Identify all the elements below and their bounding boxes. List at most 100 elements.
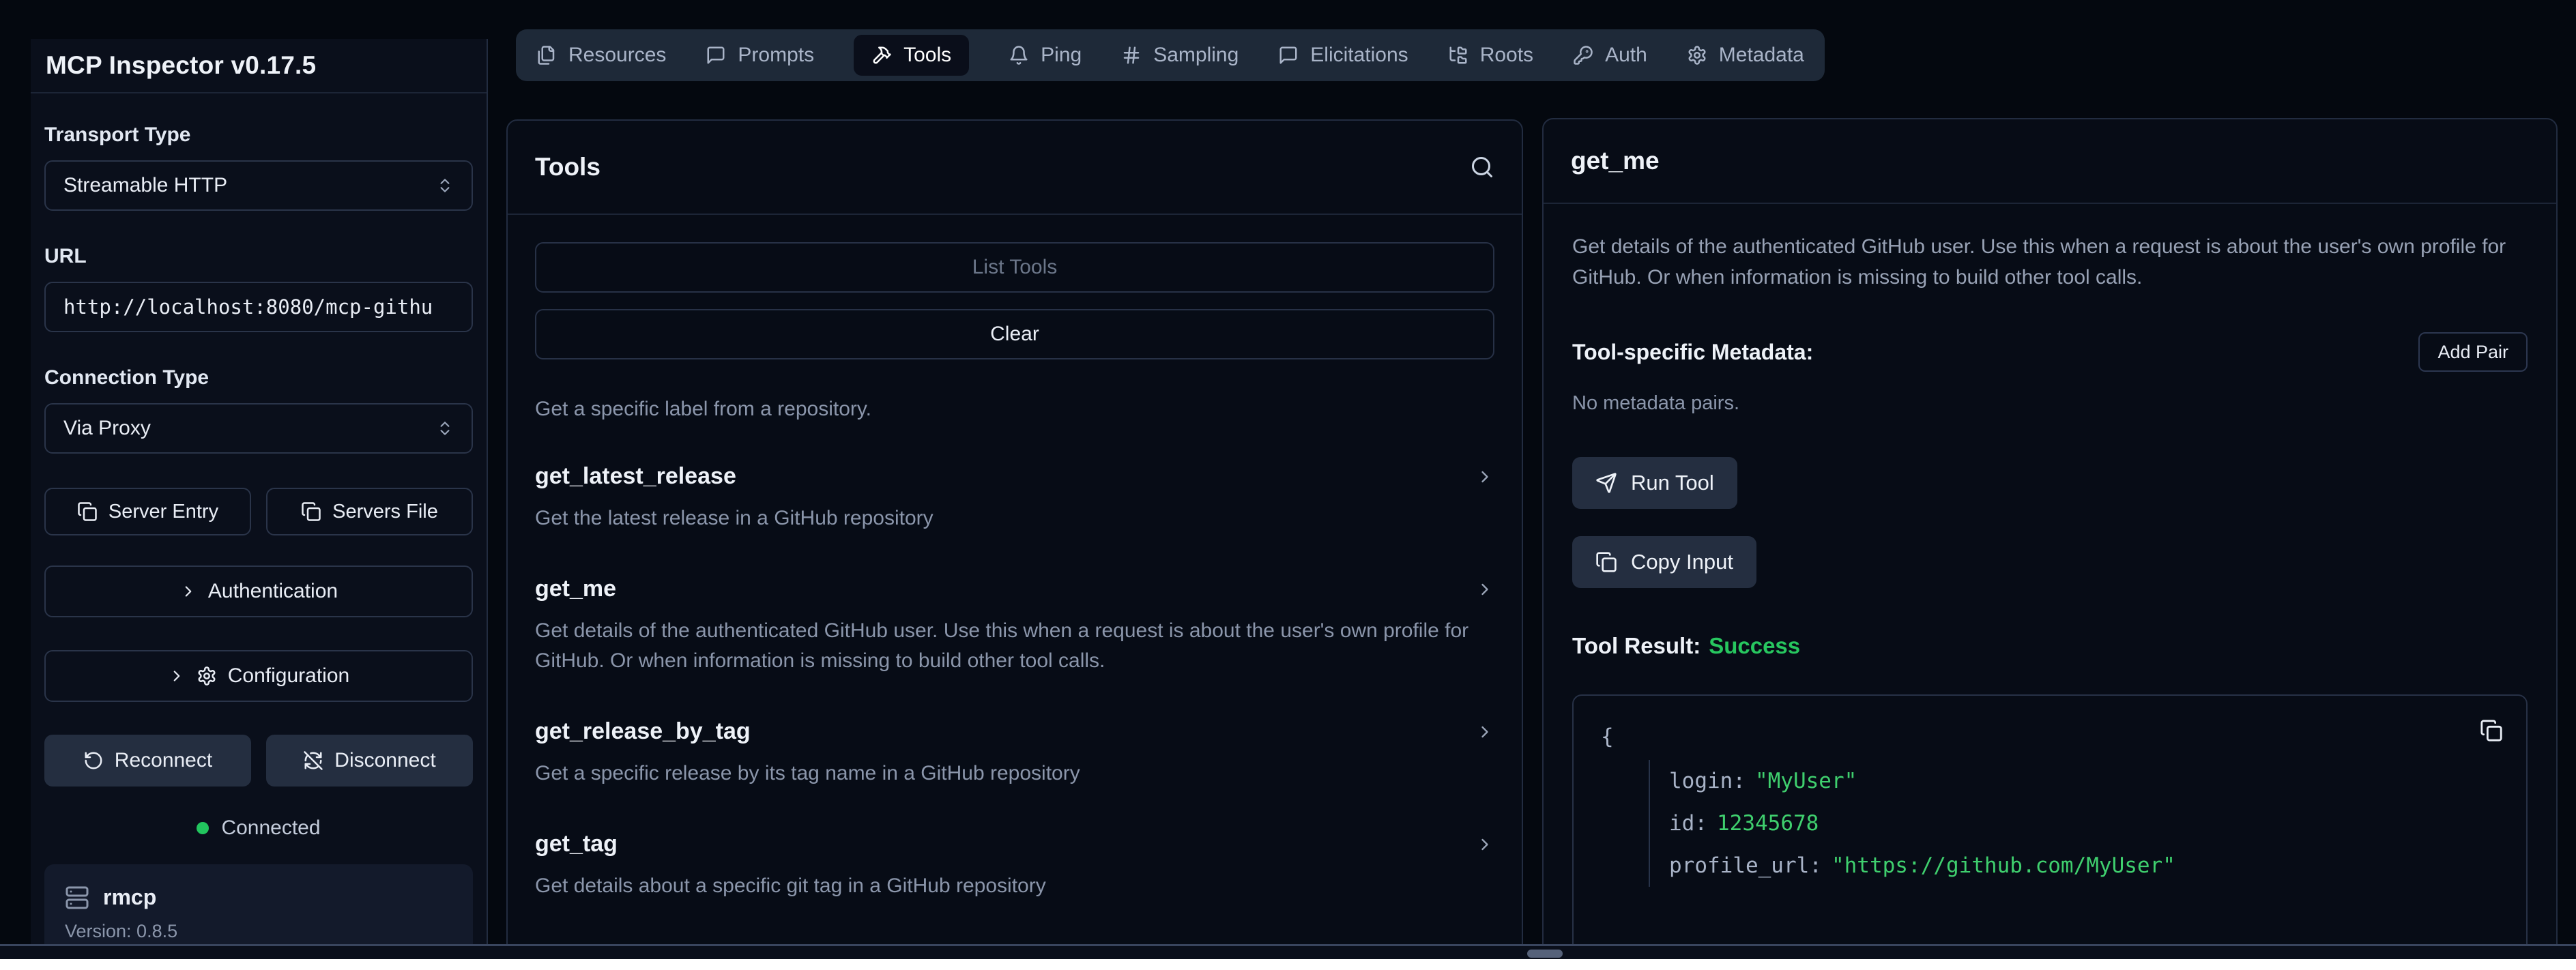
url-input[interactable]: http://localhost:8080/mcp-githu <box>44 282 473 332</box>
tool-list: Get a specific label from a repository. … <box>508 398 1522 958</box>
configuration-expander[interactable]: Configuration <box>44 650 473 702</box>
metadata-label: Tool-specific Metadata: <box>1572 340 1813 365</box>
copy-result-icon[interactable] <box>2480 719 2503 742</box>
send-icon <box>1595 472 1617 494</box>
server-entry-label: Server Entry <box>108 501 218 523</box>
tab-roots[interactable]: Roots <box>1448 44 1533 67</box>
copy-input-label: Copy Input <box>1631 550 1733 574</box>
app-window: MCP Inspector v0.17.5 Transport Type Str… <box>0 0 2576 959</box>
detail-panel-header: get_me <box>1544 119 2556 204</box>
run-tool-button[interactable]: Run Tool <box>1572 457 1737 509</box>
transport-type-select[interactable]: Streamable HTTP <box>44 160 473 211</box>
tab-ping[interactable]: Ping <box>1009 44 1082 67</box>
tools-panel-title: Tools <box>535 153 600 181</box>
json-key: login: <box>1669 769 1746 793</box>
server-entry-button[interactable]: Server Entry <box>44 488 251 535</box>
chevron-right-icon <box>1475 580 1494 599</box>
tool-description: Get the latest release in a GitHub repos… <box>535 503 1484 533</box>
json-value: 12345678 <box>1717 811 1819 836</box>
copy-icon <box>301 501 321 522</box>
authentication-label: Authentication <box>208 580 338 603</box>
tool-row-get-release-by-tag[interactable]: get_release_by_tag Get a specific releas… <box>535 718 1494 789</box>
clear-button[interactable]: Clear <box>535 309 1494 359</box>
sidebar: MCP Inspector v0.17.5 Transport Type Str… <box>31 39 488 945</box>
chevrons-up-down-icon <box>436 177 454 194</box>
gear-icon <box>1687 45 1707 65</box>
tool-name: get_tag <box>535 831 618 857</box>
disconnect-label: Disconnect <box>334 749 435 772</box>
server-name: rmcp <box>103 885 156 910</box>
message-square-icon <box>706 45 726 65</box>
run-tool-label: Run Tool <box>1631 471 1714 495</box>
copy-input-button[interactable]: Copy Input <box>1572 536 1756 588</box>
tab-prompts[interactable]: Prompts <box>706 44 814 67</box>
tab-tools[interactable]: Tools <box>854 35 969 76</box>
chevron-right-icon <box>179 583 197 600</box>
tools-panel-header: Tools <box>508 121 1522 215</box>
json-key: id: <box>1669 811 1707 836</box>
tab-metadata[interactable]: Metadata <box>1687 44 1804 67</box>
json-row-id: id: 12345678 <box>1669 802 2499 844</box>
server-version: Version: 0.8.5 <box>65 921 452 942</box>
tab-sampling[interactable]: Sampling <box>1121 44 1239 67</box>
detail-tool-name: get_me <box>1571 147 1660 175</box>
servers-file-button[interactable]: Servers File <box>266 488 473 535</box>
folder-tree-icon <box>1448 45 1468 65</box>
copy-icon <box>77 501 98 522</box>
message-square-icon <box>1278 45 1299 65</box>
list-tools-button[interactable]: List Tools <box>535 242 1494 293</box>
tool-result-line: Tool Result: Success <box>1572 633 2528 659</box>
connection-type-value: Via Proxy <box>63 417 151 440</box>
tool-detail-panel: get_me Get details of the authenticated … <box>1542 118 2558 958</box>
connection-type-select[interactable]: Via Proxy <box>44 403 473 454</box>
tool-result-label: Tool Result: <box>1572 633 1701 658</box>
search-icon[interactable] <box>1470 155 1494 179</box>
json-key: profile_url: <box>1669 853 1822 878</box>
tab-elicitations[interactable]: Elicitations <box>1278 44 1408 67</box>
disconnect-button[interactable]: Disconnect <box>266 735 473 787</box>
tab-resources[interactable]: Resources <box>536 44 666 67</box>
hash-icon <box>1121 45 1142 65</box>
key-icon <box>1573 45 1593 65</box>
tab-auth[interactable]: Auth <box>1573 44 1647 67</box>
bell-icon <box>1009 45 1029 65</box>
reconnect-label: Reconnect <box>115 749 212 772</box>
tool-row-get-me[interactable]: get_me Get details of the authenticated … <box>535 576 1494 676</box>
tool-result-json: { login:"MyUser" id:12345678 profile_url… <box>1572 694 2528 958</box>
tools-panel: Tools List Tools Clear Get a specific la… <box>506 119 1523 958</box>
status-dot <box>197 822 209 834</box>
server-icon <box>65 885 89 910</box>
tool-row-get-latest-release[interactable]: get_latest_release Get the latest releas… <box>535 463 1494 533</box>
tab-label: Sampling <box>1153 44 1239 67</box>
tab-label: Auth <box>1605 44 1647 67</box>
horizontal-scrollbar-thumb[interactable] <box>1527 950 1563 958</box>
transport-type-value: Streamable HTTP <box>63 174 227 197</box>
authentication-expander[interactable]: Authentication <box>44 565 473 617</box>
tool-description: Get details of the authenticated GitHub … <box>535 616 1484 676</box>
metadata-row: Tool-specific Metadata: Add Pair <box>1572 332 2528 372</box>
chevron-right-icon <box>168 667 186 685</box>
tool-name: get_me <box>535 576 616 602</box>
tool-row-get-tag[interactable]: get_tag Get details about a specific git… <box>535 831 1494 901</box>
detail-tool-description: Get details of the authenticated GitHub … <box>1572 231 2528 293</box>
tab-label: Metadata <box>1719 44 1804 67</box>
connection-status: Connected <box>44 817 473 840</box>
tab-label: Ping <box>1041 44 1082 67</box>
tool-result-status: Success <box>1709 633 1800 658</box>
hammer-icon <box>871 45 892 65</box>
chevron-right-icon <box>1475 722 1494 741</box>
files-icon <box>536 45 557 65</box>
url-label: URL <box>44 245 473 268</box>
tool-name: get_release_by_tag <box>535 718 751 745</box>
tool-name: get_latest_release <box>535 463 736 490</box>
chevron-right-icon <box>1475 467 1494 486</box>
json-row-profile-url: profile_url:"https://github.com/MyUser" <box>1669 844 2499 887</box>
reconnect-button[interactable]: Reconnect <box>44 735 251 787</box>
status-text: Connected <box>221 817 320 840</box>
tab-label: Roots <box>1480 44 1533 67</box>
json-rows: login:"MyUser" id:12345678 profile_url:"… <box>1649 760 2499 887</box>
copy-icon <box>1595 551 1617 573</box>
gear-icon <box>197 666 217 686</box>
add-pair-button[interactable]: Add Pair <box>2418 332 2528 372</box>
tool-description-partial: Get a specific label from a repository. <box>535 398 1494 421</box>
